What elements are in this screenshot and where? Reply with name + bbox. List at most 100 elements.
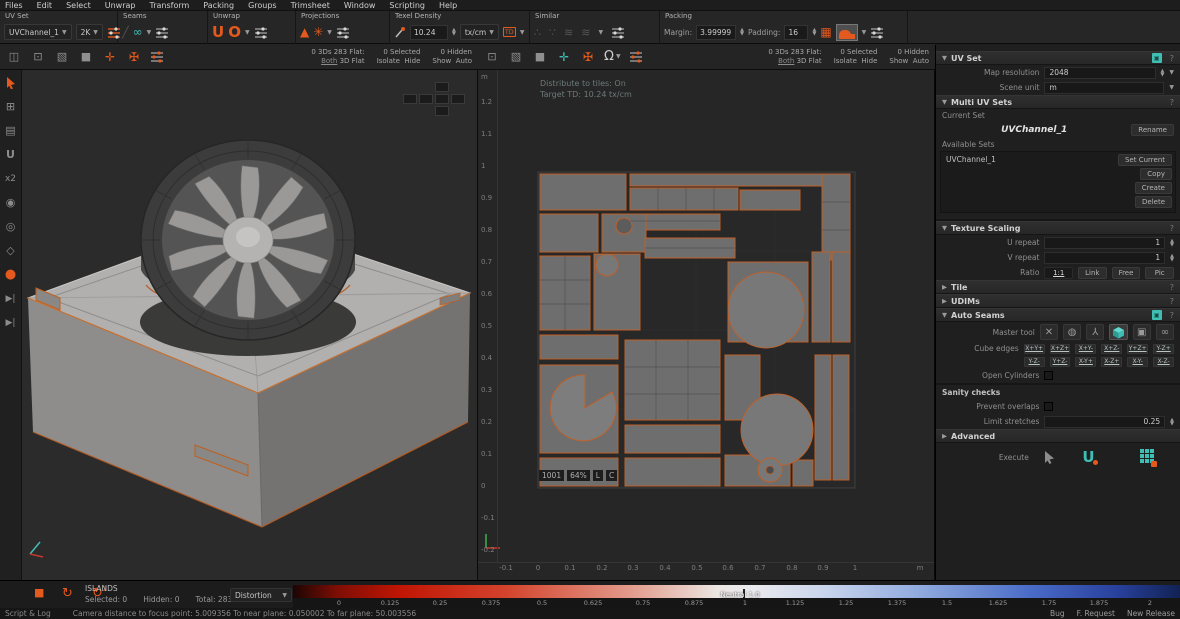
copy-button[interactable]: Copy	[1140, 168, 1172, 180]
sync-loop-icon[interactable]: ↻	[62, 586, 73, 601]
texel-density-apply-icon[interactable]: TD	[503, 27, 516, 37]
limit-stretches-stepper[interactable]: ▲▼	[1170, 418, 1174, 426]
both-button[interactable]: Both	[778, 57, 794, 65]
menu-files[interactable]: Files	[5, 1, 23, 10]
help-icon[interactable]: ?	[1170, 54, 1174, 63]
prev-selection-button[interactable]: ▶|	[2, 290, 20, 307]
set-current-button[interactable]: Set Current	[1118, 154, 1172, 166]
menu-trimsheet[interactable]: Trimsheet	[291, 1, 330, 10]
isolate-button[interactable]: Isolate	[834, 57, 857, 65]
frame-all-icon[interactable]: ⊡	[30, 48, 46, 66]
chevron-down-icon[interactable]: ▼	[245, 29, 250, 36]
create-button[interactable]: Create	[1135, 182, 1172, 194]
auto-button[interactable]: Auto	[456, 57, 472, 65]
menu-window[interactable]: Window	[344, 1, 376, 10]
triplanar-projection-icon[interactable]: ▲	[300, 25, 309, 39]
cube-edge-button[interactable]: X+Z-	[1101, 344, 1122, 354]
frame-all-icon[interactable]: ⊡	[484, 48, 500, 66]
tile-panel-header[interactable]: ▶Tile ?	[936, 280, 1180, 294]
vertex-mode-button[interactable]: ◉	[2, 194, 20, 211]
master-tool-links-icon[interactable]: ∞	[1156, 324, 1174, 340]
texture-scaling-panel-header[interactable]: ▼Texture Scaling ?	[936, 221, 1180, 235]
cube-edge-button[interactable]: Y+Z+	[1127, 344, 1148, 354]
master-tool-tripod-icon[interactable]: ⅄	[1086, 324, 1104, 340]
uv-channel-dropdown[interactable]: UVChannel_1▼	[4, 24, 72, 40]
focus-selection-icon[interactable]: ✛	[556, 48, 572, 66]
help-icon[interactable]: ?	[1170, 283, 1174, 292]
texel-unit-dropdown[interactable]: tx/cm▼	[460, 24, 499, 40]
flat-view-icon[interactable]: ■	[78, 48, 94, 66]
cube-edge-button[interactable]: X-Y-	[1127, 357, 1148, 367]
pack-islands-icon[interactable]: ▦	[820, 25, 831, 39]
u-repeat-stepper[interactable]: ▲▼	[1170, 239, 1174, 247]
chevron-down-icon[interactable]: ▼	[520, 29, 525, 36]
help-icon[interactable]: ?	[1170, 311, 1174, 320]
menu-select[interactable]: Select	[66, 1, 91, 10]
delete-button[interactable]: Delete	[1135, 196, 1172, 208]
cube-edge-button[interactable]: Y-Z-	[1024, 357, 1045, 367]
advanced-panel-header[interactable]: ▶Advanced	[936, 429, 1180, 443]
magnet-snap-icon[interactable]: Ω▼	[604, 48, 621, 66]
seam-loop-icon[interactable]: ∞	[133, 25, 143, 39]
edge-pen-icon[interactable]: ╱	[122, 26, 129, 39]
hide-button[interactable]: Hide	[404, 57, 420, 65]
island-mode-button[interactable]: ●	[2, 266, 20, 283]
similar-stack-icon[interactable]: ∴	[534, 26, 541, 39]
prevent-overlaps-checkbox[interactable]	[1044, 402, 1053, 411]
select-cursor-tool[interactable]	[2, 74, 20, 91]
split-view-icon[interactable]: ◫	[6, 48, 22, 66]
help-icon[interactable]: ?	[1170, 98, 1174, 107]
similar-pair-icon[interactable]: ∵	[549, 26, 556, 39]
texel-density-value[interactable]: 10.24	[410, 25, 448, 40]
padding-value[interactable]: 16	[784, 25, 808, 40]
focus-selection-icon[interactable]: ✛	[102, 48, 118, 66]
list-item[interactable]: UVChannel_1	[946, 155, 996, 164]
multi-uvsets-panel-header[interactable]: ▼Multi UV Sets ?	[936, 95, 1180, 109]
menu-transform[interactable]: Transform	[150, 1, 190, 10]
multiply-x2-tool[interactable]: x2	[2, 170, 20, 187]
scene-unit-field[interactable]: m	[1044, 82, 1164, 94]
master-tool-sphere-icon[interactable]: ◍	[1063, 324, 1081, 340]
udims-panel-header[interactable]: ▶UDIMs ?	[936, 294, 1180, 308]
polygon-mode-button[interactable]: ◇	[2, 242, 20, 259]
eyedropper-icon[interactable]	[394, 26, 406, 39]
chevron-down-icon[interactable]: ▼	[1169, 69, 1174, 76]
execute-cursor-icon[interactable]	[1043, 450, 1055, 464]
master-tool-pelt-x-icon[interactable]: ✕	[1040, 324, 1058, 340]
margin-value[interactable]: 3.99999	[696, 25, 736, 40]
similar-options-icon[interactable]	[611, 26, 625, 39]
chevron-down-icon[interactable]: ▼	[862, 29, 867, 36]
cube-edge-button[interactable]: X+Y+	[1024, 344, 1045, 354]
u-repeat-field[interactable]: 1	[1044, 237, 1165, 249]
menu-unwrap[interactable]: Unwrap	[105, 1, 136, 10]
unwrap-options-icon[interactable]	[254, 26, 268, 39]
menu-help[interactable]: Help	[439, 1, 457, 10]
focus-pivot-icon[interactable]: ✠	[126, 48, 142, 66]
seams-options-icon[interactable]	[155, 26, 169, 39]
map-size-dropdown[interactable]: 2K▼	[76, 24, 103, 40]
unwrap-tool[interactable]: U	[2, 146, 20, 163]
script-log-button[interactable]: Script & Log	[5, 609, 51, 618]
flat-button[interactable]: Flat	[352, 57, 365, 65]
cube-edge-button[interactable]: X-Z+	[1101, 357, 1122, 367]
viewport-nav-widget[interactable]	[403, 82, 469, 118]
new-release-link[interactable]: New Release	[1127, 609, 1175, 618]
island-square-icon[interactable]: ■	[34, 586, 44, 599]
hide-button[interactable]: Hide	[861, 57, 877, 65]
available-sets-list[interactable]: UVChannel_1 Set Current Copy Create Dele…	[940, 151, 1176, 213]
flat-view-icon[interactable]: ■	[532, 48, 548, 66]
distortion-dropdown[interactable]: Distortion▼	[230, 588, 292, 602]
cube-view-icon[interactable]: ▧	[508, 48, 524, 66]
cube-edge-button[interactable]: Y-Z+	[1153, 344, 1174, 354]
texel-stepper[interactable]: ▲▼	[452, 28, 456, 36]
chevron-down-icon[interactable]: ▼	[327, 29, 332, 36]
both-button[interactable]: Both	[321, 57, 337, 65]
ratio-pic-button[interactable]: Pic	[1145, 267, 1174, 279]
uvset-panel-header[interactable]: ▼UV Set ▣ ?	[936, 51, 1180, 65]
menu-edit[interactable]: Edit	[37, 1, 53, 10]
execute-unwrap-button[interactable]: U	[1082, 449, 1094, 465]
bug-link[interactable]: Bug	[1050, 609, 1065, 618]
unstack-islands-icon[interactable]: ≋	[581, 26, 590, 39]
show-button[interactable]: Show	[432, 57, 451, 65]
viewport3d-options-icon[interactable]	[150, 50, 164, 63]
